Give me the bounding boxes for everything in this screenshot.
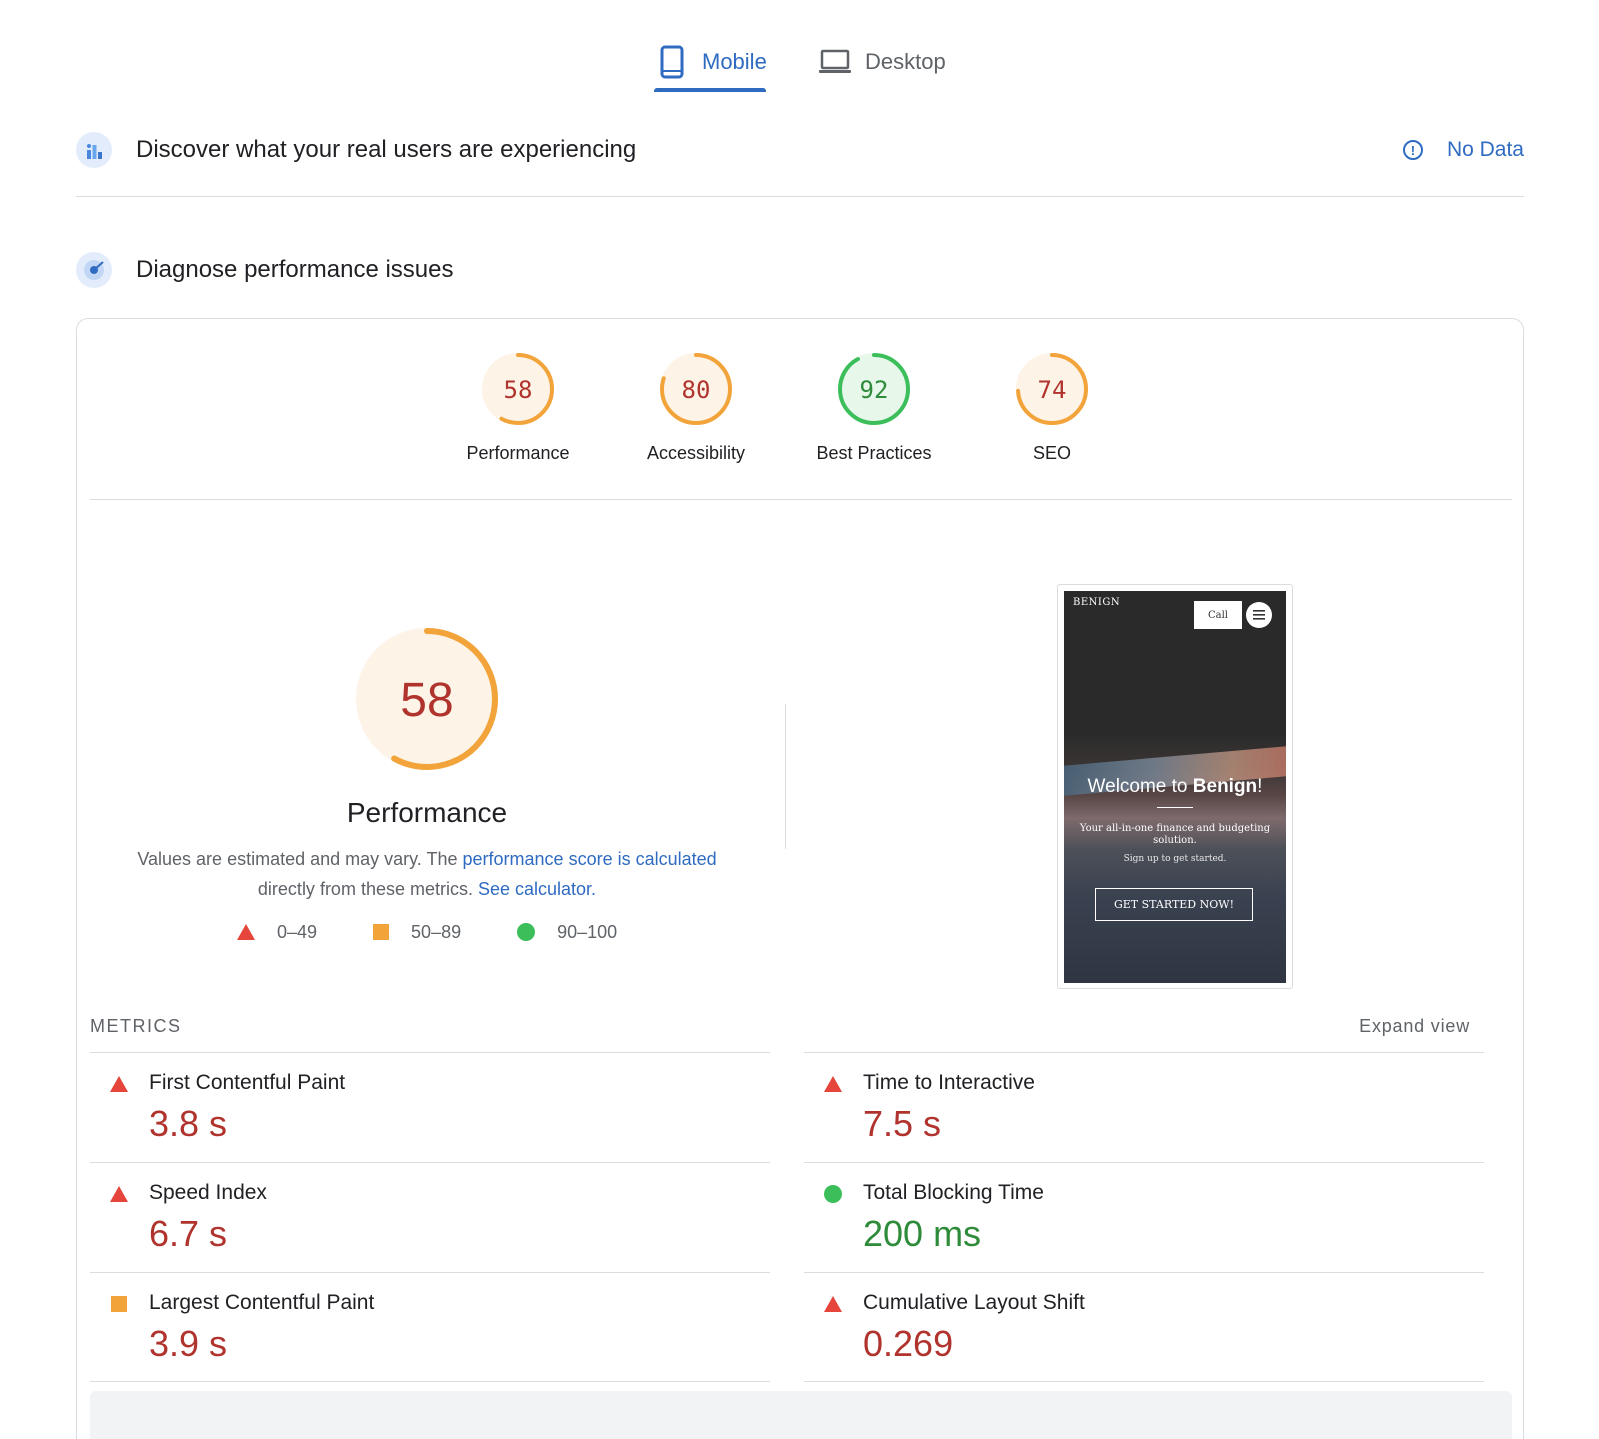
gauge-seo[interactable]: 74 SEO [977, 349, 1127, 464]
metric-name: Largest Contentful Paint [149, 1291, 375, 1314]
no-data-label: No Data [1446, 138, 1524, 161]
gauge-best-practices-score: 92 [860, 376, 889, 404]
tab-desktop[interactable]: Desktop [817, 30, 946, 94]
triangle-icon [110, 1075, 128, 1093]
card-divider [90, 499, 1512, 500]
device-tabs: Mobile Desktop [0, 30, 1599, 94]
tab-mobile[interactable]: Mobile [654, 30, 767, 94]
metric-value: 3.8 s [149, 1103, 228, 1144]
performance-note: Values are estimated and may vary. The p… [127, 844, 727, 904]
triangle-icon [110, 1185, 128, 1203]
tab-mobile-label: Mobile [702, 49, 767, 74]
section-divider [76, 196, 1524, 197]
metric-value: 7.5 s [863, 1103, 942, 1144]
metric-name: Speed Index [149, 1181, 267, 1204]
square-icon [110, 1295, 128, 1313]
metric-value: 3.9 s [149, 1323, 228, 1364]
metric-value: 6.7 s [149, 1213, 228, 1254]
gauge-seo-label: SEO [1032, 443, 1071, 463]
lighthouse-report-card: 58 Performance 80 Accessibility 92 Best … [76, 318, 1524, 1439]
metric-name: Cumulative Layout Shift [863, 1291, 1085, 1314]
gauge-performance-score: 58 [504, 376, 533, 404]
performance-score-large: 58 [400, 674, 453, 727]
metric-total-blocking-time: Total Blocking Time 200 ms [804, 1162, 1484, 1272]
welcome-suffix: ! [1257, 776, 1263, 797]
gauge-seo-ring: 74 [1016, 353, 1088, 425]
vertical-divider [785, 704, 786, 849]
expand-view-button[interactable]: Expand view [1359, 1016, 1470, 1037]
welcome-heading: Welcome to Benign! [1064, 776, 1286, 798]
legend-average-label: 50–89 [411, 921, 462, 942]
performance-gauge-large: 58 [356, 628, 498, 770]
triangle-icon [237, 924, 255, 940]
field-data-header: Discover what your real users are experi… [76, 130, 1524, 170]
metrics-column-right: Time to Interactive 7.5 s Total Blocking… [804, 1052, 1484, 1382]
category-gauges: 58 Performance 80 Accessibility 92 Best … [77, 349, 1525, 479]
site-subtitle: Your all-in-one finance and budgeting so… [1079, 823, 1271, 846]
metric-name: First Contentful Paint [149, 1071, 346, 1094]
gauge-best-practices[interactable]: 92 Best Practices [799, 349, 949, 464]
gauge-best-practices-ring: 92 [838, 353, 910, 425]
active-tab-indicator [654, 88, 766, 92]
metric-time-to-interactive: Time to Interactive 7.5 s [804, 1052, 1484, 1162]
triangle-icon [824, 1075, 842, 1093]
welcome-underline [1157, 807, 1193, 808]
gauge-accessibility-score: 80 [682, 376, 711, 404]
get-started-button: GET STARTED NOW! [1095, 888, 1253, 921]
call-button: Call [1194, 601, 1242, 629]
gauge-seo-score: 74 [1038, 376, 1067, 404]
metric-cumulative-layout-shift: Cumulative Layout Shift 0.269 [804, 1272, 1484, 1382]
note-middle: directly from these metrics. [257, 879, 478, 899]
final-screenshot-image: BENIGN Call Welcome to Benign! Your all-… [1064, 591, 1286, 983]
diagnostics-strip [90, 1391, 1512, 1439]
metric-name: Time to Interactive [863, 1071, 1035, 1094]
metric-value: 200 ms [863, 1213, 982, 1254]
performance-title: Performance [346, 797, 508, 828]
radar-icon [76, 252, 112, 288]
metrics-label: METRICS [90, 1016, 182, 1036]
metrics-column-left: First Contentful Paint 3.8 s Speed Index… [90, 1052, 770, 1382]
gauge-performance[interactable]: 58 Performance [443, 349, 593, 464]
info-icon: ! [1402, 140, 1423, 160]
legend-average: 50–89 [373, 922, 461, 943]
site-subtitle-2: Sign up to get started. [1123, 854, 1227, 864]
gauge-performance-label: Performance [466, 443, 570, 463]
triangle-icon [824, 1295, 842, 1313]
gauge-accessibility-label: Accessibility [646, 443, 746, 463]
welcome-prefix: Welcome to [1087, 776, 1193, 797]
see-calculator-link[interactable]: See calculator. [478, 879, 596, 899]
score-calculated-link[interactable]: performance score is calculated [463, 849, 717, 869]
gauge-performance-ring: 58 [482, 353, 554, 425]
no-data-link[interactable]: ! No Data [1402, 130, 1524, 170]
users-chart-icon [76, 132, 112, 168]
laptop-icon [817, 44, 853, 80]
metric-name: Total Blocking Time [863, 1181, 1044, 1204]
circle-icon [824, 1185, 842, 1203]
final-screenshot[interactable]: BENIGN Call Welcome to Benign! Your all-… [1057, 584, 1293, 989]
lab-data-title: Diagnose performance issues [136, 256, 454, 283]
metric-speed-index: Speed Index 6.7 s [90, 1162, 770, 1272]
tab-desktop-label: Desktop [865, 49, 946, 74]
field-data-title: Discover what your real users are experi… [136, 136, 637, 163]
square-icon [373, 924, 390, 940]
lab-data-header: Diagnose performance issues [76, 250, 1524, 290]
note-prefix: Values are estimated and may vary. The [137, 849, 463, 869]
gauge-accessibility[interactable]: 80 Accessibility [621, 349, 771, 464]
legend-fail-label: 0–49 [277, 921, 318, 942]
legend-fail: 0–49 [237, 922, 317, 943]
welcome-brand: Benign [1192, 776, 1258, 797]
metric-first-contentful-paint: First Contentful Paint 3.8 s [90, 1052, 770, 1162]
site-logo: BENIGN [1073, 597, 1121, 608]
metrics-header: METRICS Expand view [90, 1016, 1470, 1044]
metric-value: 0.269 [863, 1323, 954, 1364]
gauge-accessibility-ring: 80 [660, 353, 732, 425]
mobile-phone-icon [654, 44, 690, 80]
legend-pass: 90–100 [517, 922, 617, 943]
hamburger-menu-icon [1246, 602, 1272, 628]
circle-icon [517, 923, 536, 941]
metric-largest-contentful-paint: Largest Contentful Paint 3.9 s [90, 1272, 770, 1382]
legend-pass-label: 90–100 [557, 921, 618, 942]
gauge-best-practices-label: Best Practices [816, 443, 932, 463]
score-legend: 0–49 50–89 90–100 [237, 917, 673, 947]
